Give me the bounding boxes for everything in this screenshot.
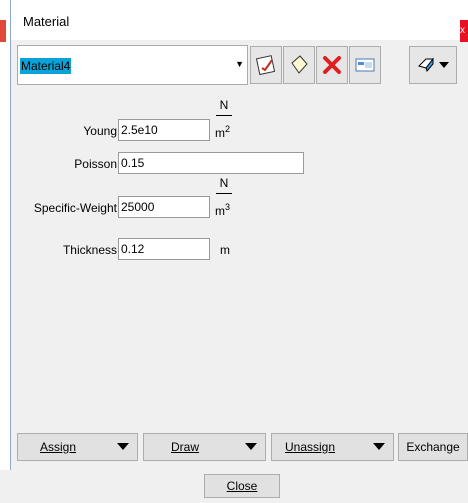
- specific-weight-unit-denominator: m3: [215, 202, 231, 218]
- poisson-label: Poisson: [74, 157, 117, 171]
- title-bar: Material x: [11, 0, 468, 42]
- specific-weight-label: Specific-Weight: [33, 201, 117, 215]
- window-close-button[interactable]: x: [460, 20, 468, 42]
- assign-button[interactable]: Assign: [17, 433, 138, 461]
- young-unit-numerator: N: [219, 98, 229, 112]
- poisson-input[interactable]: [118, 152, 304, 174]
- new-material-button[interactable]: [283, 46, 315, 84]
- properties-button[interactable]: [349, 46, 381, 84]
- specific-weight-input[interactable]: [118, 196, 210, 218]
- delete-material-button[interactable]: [316, 46, 348, 84]
- specific-weight-unit-fraction-bar: [216, 193, 232, 194]
- specific-weight-unit-numerator: N: [219, 176, 229, 190]
- unassign-button[interactable]: Unassign: [271, 433, 394, 461]
- unassign-dropdown-icon[interactable]: [373, 443, 385, 450]
- background-window-accent: [0, 20, 6, 42]
- background-window-edge: [0, 0, 11, 470]
- material-select-value: Material4: [20, 58, 72, 74]
- thickness-input[interactable]: [118, 238, 210, 260]
- edit-material-icon: [255, 55, 276, 76]
- young-label: Young: [83, 124, 117, 138]
- eraser-menu-icon: [418, 57, 449, 72]
- draw-label: Draw: [171, 440, 200, 454]
- assign-label: Assign: [40, 440, 77, 454]
- close-button[interactable]: Close: [204, 474, 280, 498]
- window-title: Material: [23, 14, 70, 29]
- edit-material-button[interactable]: [250, 46, 282, 84]
- unassign-label: Unassign: [285, 440, 336, 454]
- action-bar: Assign Draw Unassign Exchange: [17, 433, 468, 463]
- thickness-label: Thickness: [62, 243, 117, 257]
- chevron-down-icon[interactable]: ▼: [235, 59, 244, 69]
- new-material-icon: [291, 55, 308, 74]
- draw-dropdown-icon[interactable]: [245, 443, 257, 450]
- properties-icon: [355, 58, 375, 72]
- young-unit-denominator: m2: [215, 124, 231, 140]
- young-input[interactable]: [118, 119, 210, 141]
- delete-icon: [323, 56, 341, 74]
- material-dialog: Material x Material4 ▼ Young 2.5e10 N m2…: [11, 0, 468, 503]
- assign-dropdown-icon[interactable]: [117, 443, 129, 450]
- close-label: Close: [226, 479, 258, 493]
- material-select[interactable]: Material4 ▼: [17, 45, 248, 85]
- exchange-label: Exchange: [406, 440, 460, 454]
- draw-button[interactable]: Draw: [143, 433, 266, 461]
- eraser-menu-button[interactable]: [409, 46, 457, 84]
- young-unit-fraction-bar: [216, 115, 232, 116]
- exchange-button[interactable]: Exchange: [398, 433, 468, 461]
- thickness-unit: m: [220, 243, 230, 257]
